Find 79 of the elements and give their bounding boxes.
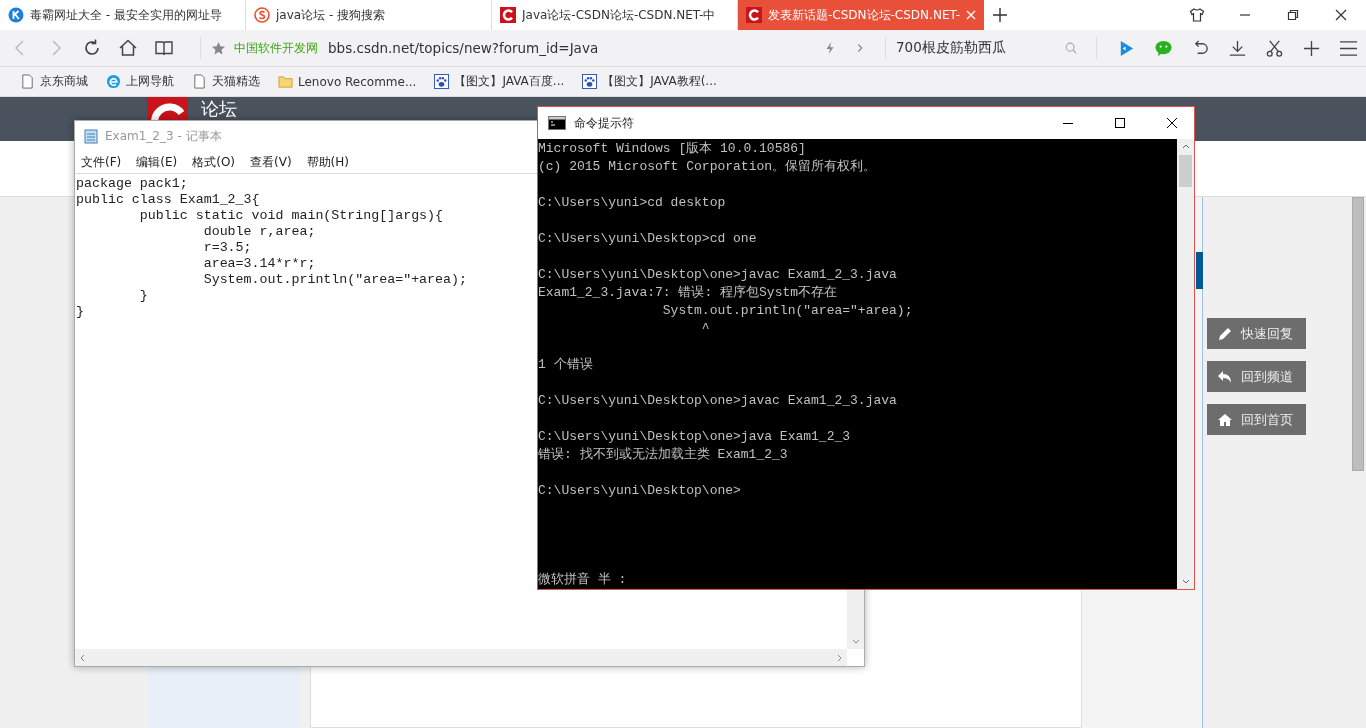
- console-line: C:\Users\yuni\Desktop>cd one: [538, 230, 758, 248]
- console-line: C:\Users\yuni\Desktop\one>javac Exam1_2_3.java: [538, 392, 898, 410]
- close-icon[interactable]: [1333, 7, 1349, 23]
- restore-icon[interactable]: [1285, 7, 1301, 23]
- paw-icon: [582, 74, 598, 89]
- side-button[interactable]: 回到首页: [1207, 404, 1306, 435]
- menu-item[interactable]: 编辑(E): [136, 153, 178, 171]
- console-line: (c) 2015 Microsoft Corporation。保留所有权利。: [538, 158, 878, 176]
- code-line: }: [76, 304, 84, 320]
- bookmark-link[interactable]: 上网导航: [106, 73, 174, 90]
- window-title: Exam1_2_3 - 记事本: [105, 127, 222, 145]
- scroll-thumb[interactable]: [1179, 155, 1192, 187]
- side-button[interactable]: 回到频道: [1207, 361, 1306, 392]
- menu-item[interactable]: 格式(O): [192, 153, 236, 171]
- menu-item[interactable]: 查看(V): [250, 153, 292, 171]
- c-logo-icon: [746, 7, 762, 23]
- e-logo-icon: [106, 74, 121, 89]
- code-line: }: [138, 288, 148, 304]
- document-icon: [20, 74, 35, 89]
- search-field[interactable]: 700根皮筋勒西瓜: [896, 39, 1056, 57]
- pencil-icon: [1217, 325, 1233, 342]
- console-line: C:\Users\yuni\Desktop\one>: [538, 482, 742, 500]
- tab-marker: [1196, 252, 1203, 289]
- home-icon: [1217, 411, 1233, 428]
- ime-status: 微软拼音 半 :: [538, 571, 628, 589]
- close-icon[interactable]: [1164, 115, 1180, 131]
- code-line: public class Exam1_2_3{: [76, 192, 260, 208]
- home-icon[interactable]: [118, 38, 138, 58]
- close-tab-icon[interactable]: [966, 10, 976, 20]
- bookmark-link[interactable]: 京东商城: [20, 73, 88, 90]
- c-logo-icon[interactable]: [147, 97, 188, 121]
- notepad-icon: [83, 128, 99, 144]
- menu-item[interactable]: 帮助(H): [306, 153, 349, 171]
- console-line: Exam1_2_3.java:7: 错误: 程序包Systm不存在: [538, 284, 839, 302]
- c-logo-icon: [500, 7, 516, 23]
- plus-icon[interactable]: [1302, 38, 1321, 58]
- bookmark-link[interactable]: 天猫精选: [192, 73, 260, 90]
- maximize-icon[interactable]: [1112, 115, 1128, 131]
- code-line: double r,area;: [202, 224, 316, 240]
- code-line: r=3.5;: [202, 240, 252, 256]
- new-tab-icon[interactable]: [992, 7, 1008, 23]
- vertical-scrollbar[interactable]: [1177, 139, 1194, 589]
- console-line: ^: [700, 320, 711, 338]
- window-title: 命令提示符: [574, 114, 634, 132]
- k-logo-icon: [8, 7, 24, 23]
- console-line: Microsoft Windows [版本 10.0.10586]: [538, 140, 807, 158]
- bookmark-link[interactable]: 【图文】JAVA百度...: [434, 73, 565, 90]
- console-line: 错误: 找不到或无法加载主类 Exam1_2_3: [538, 446, 789, 464]
- bookmark-link[interactable]: 【图文】JAVA教程(...: [582, 73, 717, 90]
- code-line: package pack1;: [76, 176, 188, 192]
- console-line: 1 个错误: [538, 356, 594, 374]
- side-button[interactable]: 快速回复: [1207, 318, 1306, 349]
- menu-icon[interactable]: [1339, 38, 1358, 58]
- console-line: C:\Users\yuni\Desktop\one>java Exam1_2_3: [538, 428, 852, 446]
- site-name: 中国软件开发网: [234, 39, 318, 57]
- url-field[interactable]: bbs.csdn.net/topics/new?forum_id=Java: [328, 40, 599, 56]
- code-line: public static void main(String[]args){: [138, 208, 444, 224]
- scissors-icon[interactable]: [1265, 38, 1284, 58]
- header-title: 论坛: [201, 97, 237, 121]
- code-line: System.out.println("area="+area);: [202, 272, 467, 288]
- console-line: Systm.out.println("area="+area);: [661, 302, 914, 320]
- horizontal-scrollbar[interactable]: [75, 649, 847, 666]
- download-icon[interactable]: [1228, 38, 1247, 58]
- folder-icon: [278, 74, 293, 89]
- shirt-icon[interactable]: [1189, 7, 1205, 23]
- console-line: C:\Users\yuni>cd desktop: [538, 194, 727, 212]
- star-icon[interactable]: [211, 40, 226, 56]
- bookmark-link[interactable]: Lenovo Recomme...: [278, 74, 417, 89]
- console-line: C:\Users\yuni\Desktop\one>javac Exam1_2_3.java: [538, 266, 898, 284]
- console-icon: [548, 116, 566, 130]
- chat-bubble-icon[interactable]: [1154, 38, 1173, 58]
- paw-icon: [434, 74, 450, 89]
- book-icon[interactable]: [154, 38, 174, 58]
- menu-item[interactable]: 文件(F): [81, 153, 122, 171]
- document-icon: [192, 74, 207, 89]
- browser-tab[interactable]: 发表新话题-CSDN论坛-CSDN.NET-: [738, 0, 984, 30]
- reload-icon[interactable]: [82, 38, 102, 58]
- code-line: area=3.14*r*r;: [202, 256, 316, 272]
- s-logo-icon: [254, 7, 270, 23]
